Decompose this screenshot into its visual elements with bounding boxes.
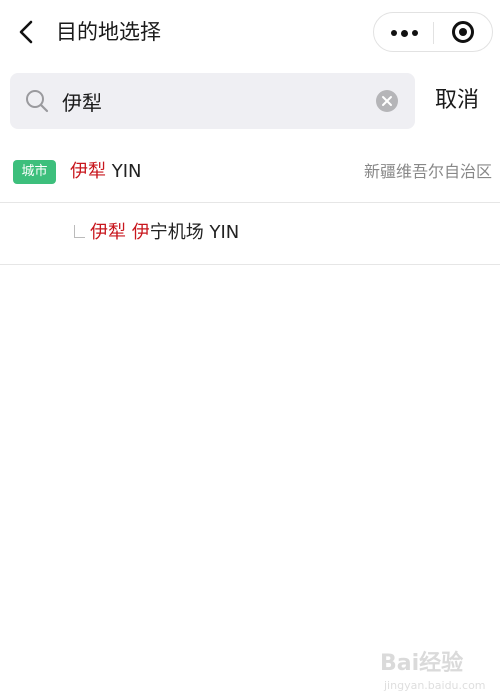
back-button[interactable] — [14, 18, 40, 46]
cancel-button[interactable]: 取消 — [435, 86, 479, 116]
city-name: 伊犁 YIN — [70, 160, 142, 184]
watermark-brand: Bai经验 — [380, 651, 464, 676]
watermark: Bai经验 jingyan.baidu.com — [380, 650, 490, 694]
close-mini-program-button[interactable] — [434, 13, 492, 51]
back-arrow-icon — [19, 20, 33, 44]
watermark-url: jingyan.baidu.com — [384, 679, 486, 692]
city-region: 新疆维吾尔自治区 — [363, 162, 492, 181]
clear-icon — [382, 96, 392, 106]
airport-name: 伊犁 伊宁机场 YIN — [90, 221, 239, 245]
clear-search-button[interactable] — [376, 90, 398, 112]
airport-highlight-1: 伊犁 — [90, 222, 126, 243]
more-button[interactable] — [374, 13, 433, 51]
mini-program-capsule — [373, 12, 493, 52]
airport-name-rest: 宁机场 YIN — [149, 222, 240, 243]
search-icon — [26, 90, 49, 113]
city-name-highlight: 伊犁 — [70, 161, 106, 182]
city-name-code: YIN — [106, 161, 142, 182]
airport-highlight-2: 伊 — [131, 222, 150, 243]
search-bar — [10, 73, 415, 129]
search-input[interactable] — [62, 83, 362, 119]
navigation-bar: 目的地选择 — [0, 0, 500, 64]
city-badge: 城市 — [13, 160, 56, 184]
page-title: 目的地选择 — [56, 20, 161, 44]
more-dots-icon — [391, 30, 397, 36]
tree-connector-icon — [74, 225, 85, 238]
